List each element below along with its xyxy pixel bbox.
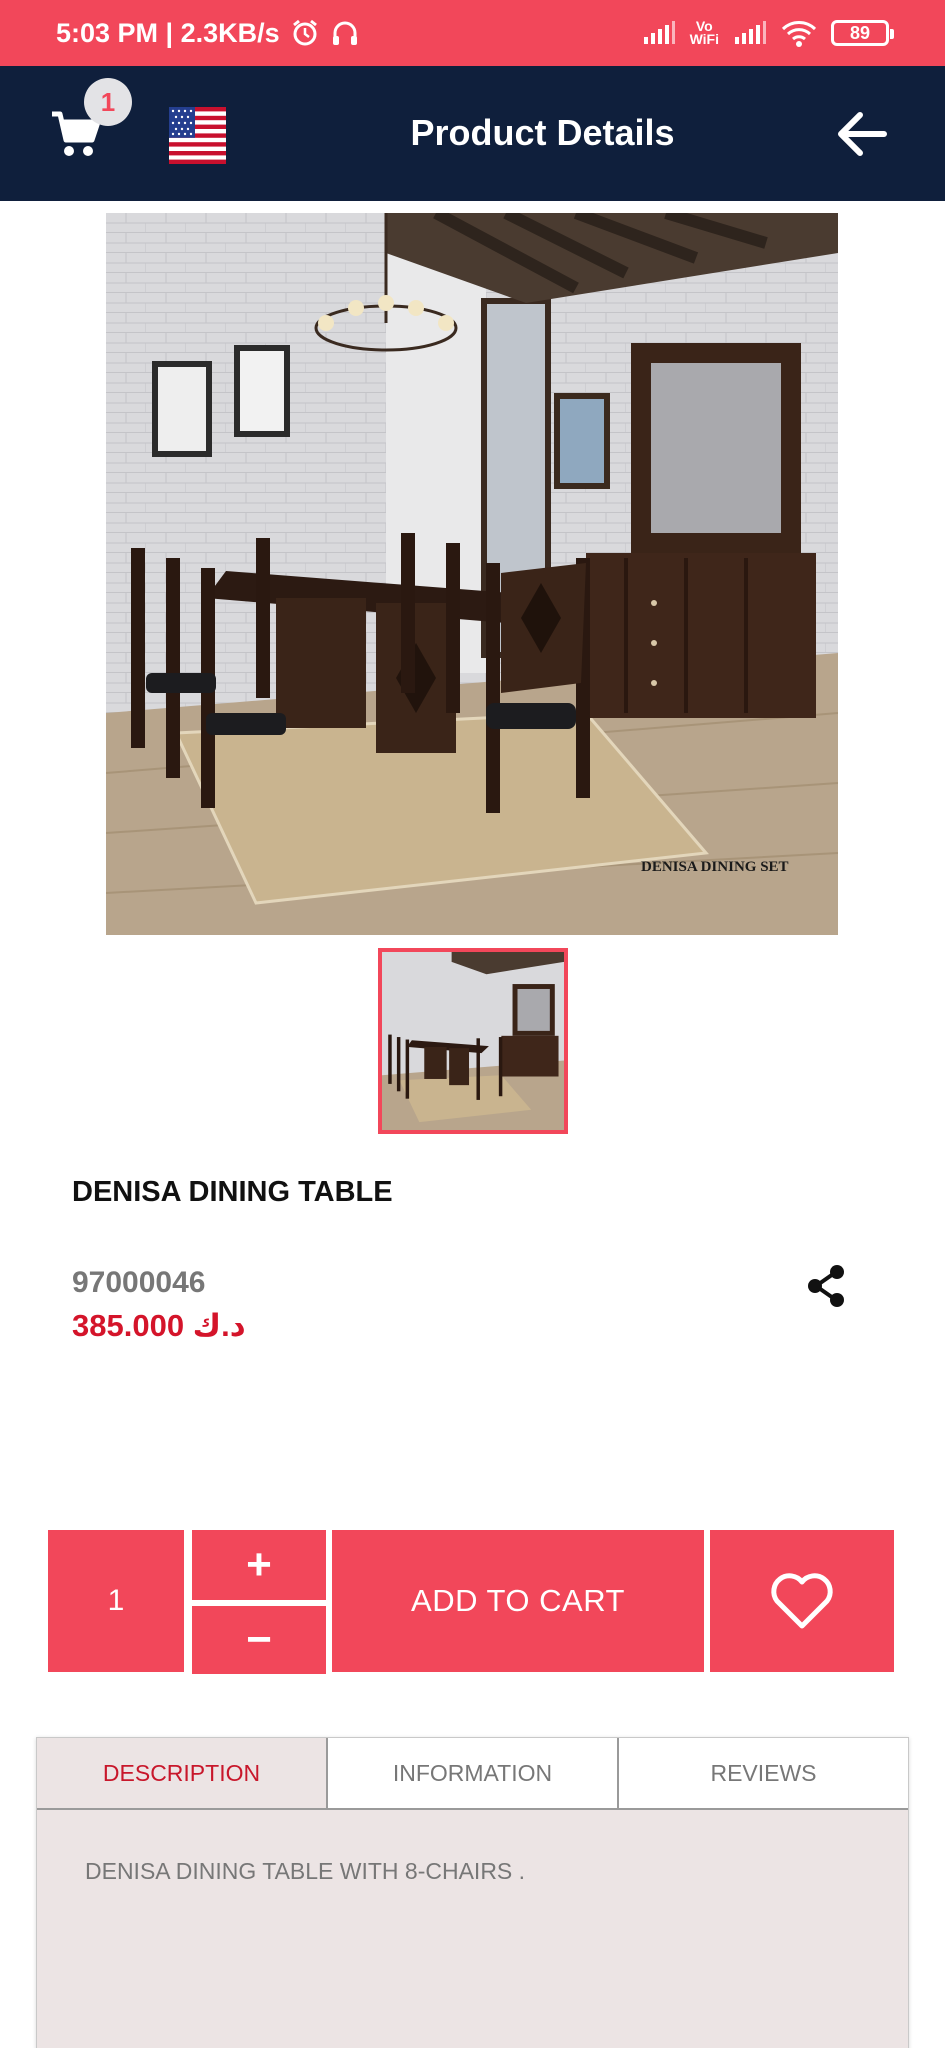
- product-price: 385.000 د.ك: [72, 1308, 246, 1343]
- product-tabs: DESCRIPTION INFORMATION REVIEWS DENISA D…: [36, 1737, 909, 2048]
- heart-icon: [771, 1573, 833, 1629]
- dining-set-illustration: DENISA DINING SET: [106, 213, 838, 935]
- status-time: 5:03 PM | 2.3KB/s: [56, 17, 280, 48]
- add-to-cart-button[interactable]: ADD TO CART: [332, 1530, 704, 1672]
- tab-information[interactable]: INFORMATION: [326, 1738, 617, 1808]
- battery-indicator: 89: [831, 20, 894, 46]
- back-arrow-icon[interactable]: [836, 110, 888, 158]
- thumbnail-illustration: [382, 952, 564, 1130]
- share-icon[interactable]: [806, 1264, 846, 1308]
- status-bar: 5:03 PM | 2.3KB/s Vo WiFi 89: [0, 0, 945, 66]
- alarm-icon: [292, 19, 317, 46]
- battery-level: 89: [849, 22, 871, 43]
- tab-reviews[interactable]: REVIEWS: [617, 1738, 908, 1808]
- tab-description[interactable]: DESCRIPTION: [37, 1738, 326, 1808]
- page-title: Product Details: [410, 112, 675, 153]
- product-main-image[interactable]: DENISA DINING SET: [106, 213, 838, 935]
- product-thumbnail[interactable]: [378, 948, 568, 1134]
- increase-quantity-button[interactable]: +: [192, 1530, 326, 1600]
- wifi-icon: [781, 21, 817, 47]
- decrease-quantity-button[interactable]: −: [192, 1606, 326, 1674]
- image-caption: DENISA DINING SET: [641, 859, 789, 875]
- wishlist-button[interactable]: [710, 1530, 894, 1672]
- app-bar: 1 Product Details: [0, 66, 945, 201]
- headphones-icon: [332, 21, 357, 45]
- signal-icon: [643, 21, 675, 44]
- quantity-display: 1: [48, 1530, 184, 1672]
- vowifi-label: Vo WiFi: [689, 18, 719, 47]
- description-text: DENISA DINING TABLE WITH 8-CHAIRS .: [85, 1858, 526, 1884]
- signal-icon-2: [735, 21, 766, 44]
- tab-bar: DESCRIPTION INFORMATION REVIEWS: [37, 1738, 908, 1810]
- product-name: DENISA DINING TABLE: [72, 1176, 393, 1208]
- product-code: 97000046: [72, 1266, 206, 1299]
